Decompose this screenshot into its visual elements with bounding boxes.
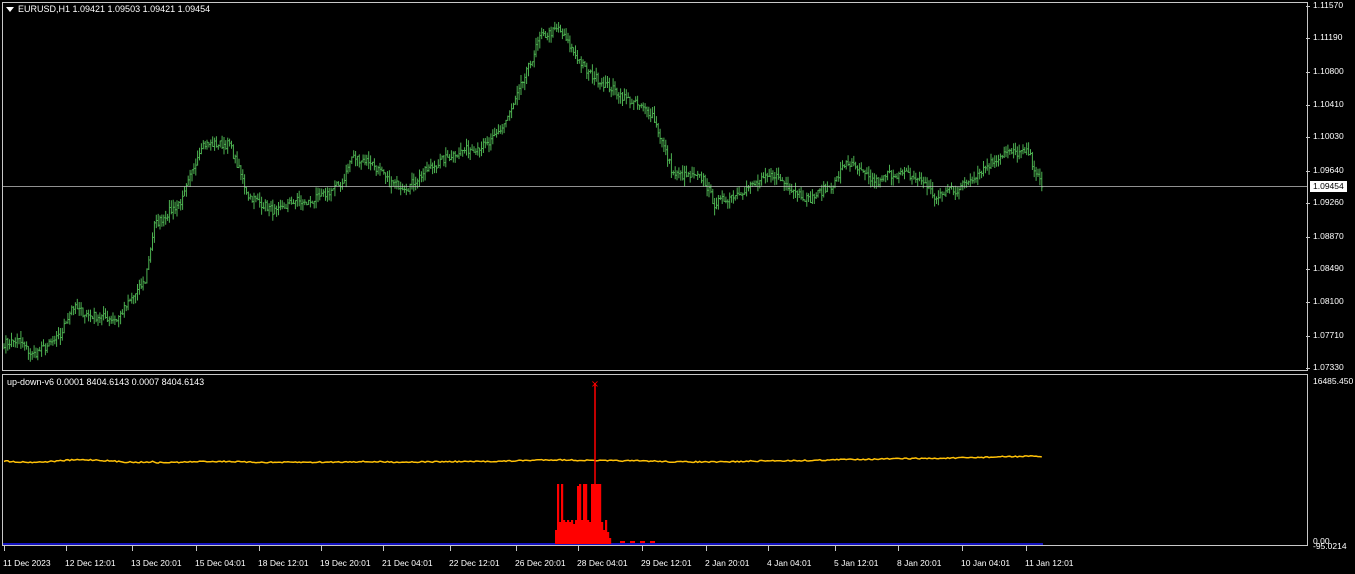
time-axis-tick bbox=[450, 546, 451, 551]
time-axis-tick bbox=[383, 546, 384, 551]
indicator-histogram-bar bbox=[591, 484, 594, 544]
time-axis-label: 8 Jan 20:01 bbox=[897, 558, 942, 568]
symbol-header: EURUSD,H1 1.09421 1.09503 1.09421 1.0945… bbox=[18, 4, 211, 14]
time-axis-tick bbox=[1026, 546, 1027, 551]
indicator-histogram-mark bbox=[650, 541, 655, 543]
time-axis-label: 26 Dec 20:01 bbox=[515, 558, 566, 568]
time-axis-label: 12 Dec 12:01 bbox=[65, 558, 116, 568]
time-axis-tick bbox=[196, 546, 197, 551]
indicator-histogram-bar bbox=[587, 520, 590, 544]
time-axis-tick bbox=[835, 546, 836, 551]
indicator-histogram-bar bbox=[589, 522, 592, 544]
indicator-histogram-bar bbox=[571, 520, 574, 544]
indicator-spike-marker: × bbox=[591, 379, 599, 390]
price-axis-label: 1.11570 bbox=[1313, 0, 1344, 10]
indicator-histogram-bar bbox=[561, 484, 564, 544]
indicator-histogram-bar bbox=[559, 522, 562, 544]
price-axis-label: 1.11190 bbox=[1313, 32, 1343, 43]
time-axis-label: 5 Jan 12:01 bbox=[834, 558, 879, 568]
time-axis-label: 18 Dec 12:01 bbox=[258, 558, 309, 568]
price-axis-tick bbox=[1306, 302, 1310, 304]
time-axis-tick bbox=[642, 546, 643, 551]
time-axis-tick bbox=[66, 546, 67, 551]
indicator-header: up-down-v6 0.0001 8404.6143 0.0007 8404.… bbox=[7, 377, 205, 387]
price-axis-tick bbox=[1306, 268, 1310, 270]
indicator-signal-line bbox=[3, 455, 1042, 464]
time-axis-label: 2 Jan 20:01 bbox=[705, 558, 750, 568]
price-bars bbox=[3, 21, 1044, 362]
indicator-histogram-bar bbox=[577, 486, 580, 544]
indicator-histogram-mark bbox=[620, 541, 625, 543]
indicator-histogram-bar bbox=[573, 524, 576, 544]
current-price-badge: 1.09454 bbox=[1310, 181, 1347, 192]
time-axis-tick bbox=[132, 546, 133, 551]
time-axis-label: 13 Dec 20:01 bbox=[131, 558, 182, 568]
indicator-histogram-bar bbox=[599, 484, 602, 544]
indicator-histogram-bar bbox=[575, 520, 578, 544]
time-axis-label: 19 Dec 20:01 bbox=[320, 558, 371, 568]
indicator-histogram-mark bbox=[630, 541, 635, 543]
indicator-histogram-bar bbox=[565, 522, 568, 544]
price-axis-label: 1.08870 bbox=[1313, 230, 1344, 241]
price-axis-label: 1.09260 bbox=[1313, 197, 1344, 208]
price-axis-tick bbox=[1306, 137, 1310, 139]
price-axis-tick bbox=[1306, 38, 1310, 40]
price-axis-label: 1.09640 bbox=[1313, 164, 1344, 175]
price-axis-tick bbox=[1306, 236, 1310, 238]
price-axis-tick bbox=[1306, 368, 1310, 369]
price-axis-label: 1.08490 bbox=[1313, 262, 1344, 273]
indicator-histogram-bar bbox=[603, 530, 606, 544]
indicator-histogram-bar bbox=[609, 538, 612, 544]
indicator-histogram-bar bbox=[555, 530, 558, 544]
price-axis-label: 1.10800 bbox=[1313, 65, 1344, 76]
price-axis-label: 1.10410 bbox=[1313, 99, 1344, 110]
price-axis-tick bbox=[1306, 71, 1310, 73]
indicator-histogram-bar bbox=[585, 484, 588, 544]
time-axis-label: 21 Dec 04:01 bbox=[382, 558, 433, 568]
price-axis-tick bbox=[1306, 105, 1310, 107]
dropdown-arrow-icon[interactable] bbox=[6, 7, 14, 12]
indicator-histogram-bar bbox=[607, 532, 610, 544]
time-axis-tick bbox=[259, 546, 260, 551]
price-axis-tick bbox=[1306, 203, 1310, 205]
price-axis-tick bbox=[1306, 170, 1310, 172]
time-axis-label: 28 Dec 04:01 bbox=[577, 558, 628, 568]
time-axis-tick bbox=[898, 546, 899, 551]
indicator-histogram-bar bbox=[557, 484, 560, 544]
indicator-axis-top: 16485.450 bbox=[1313, 376, 1354, 386]
indicator-histogram-bar bbox=[597, 484, 600, 544]
price-axis-tick bbox=[1306, 335, 1310, 337]
price-axis-label: 1.10030 bbox=[1313, 131, 1344, 142]
time-axis-tick bbox=[706, 546, 707, 551]
time-axis-label: 10 Jan 04:01 bbox=[961, 558, 1011, 568]
time-axis-tick bbox=[578, 546, 579, 551]
time-axis-tick bbox=[962, 546, 963, 551]
indicator-histogram-bar bbox=[567, 520, 570, 544]
time-axis-tick bbox=[516, 546, 517, 551]
indicator-histogram-mark bbox=[640, 541, 645, 543]
time-axis-label: 22 Dec 12:01 bbox=[449, 558, 500, 568]
indicator-histogram-bar bbox=[581, 520, 584, 544]
price-axis-label: 1.07710 bbox=[1313, 329, 1344, 340]
time-axis-tick bbox=[321, 546, 322, 551]
time-axis-label: 4 Jan 04:01 bbox=[767, 558, 812, 568]
time-axis-label: 11 Dec 2023 bbox=[3, 558, 51, 568]
price-axis-tick bbox=[1306, 6, 1310, 7]
indicator-axis-bottom: -95.0214 bbox=[1313, 541, 1347, 551]
indicator-histogram-bar bbox=[605, 520, 608, 544]
chart-canvas[interactable]: × bbox=[0, 0, 1355, 574]
time-axis-label: 11 Jan 12:01 bbox=[1025, 558, 1074, 568]
indicator-histogram-bar bbox=[579, 484, 582, 544]
time-axis-label: 15 Dec 04:01 bbox=[195, 558, 246, 568]
price-axis-label: 1.08100 bbox=[1313, 296, 1344, 307]
time-axis-tick bbox=[4, 546, 5, 551]
time-axis-tick bbox=[768, 546, 769, 551]
indicator-histogram-bar bbox=[563, 520, 566, 544]
indicator-histogram-bar bbox=[601, 522, 604, 544]
indicator-histogram-bar bbox=[583, 484, 586, 544]
indicator-histogram-bar bbox=[569, 522, 572, 544]
time-axis-label: 29 Dec 12:01 bbox=[641, 558, 692, 568]
price-axis-label: 1.07330 bbox=[1313, 362, 1344, 372]
